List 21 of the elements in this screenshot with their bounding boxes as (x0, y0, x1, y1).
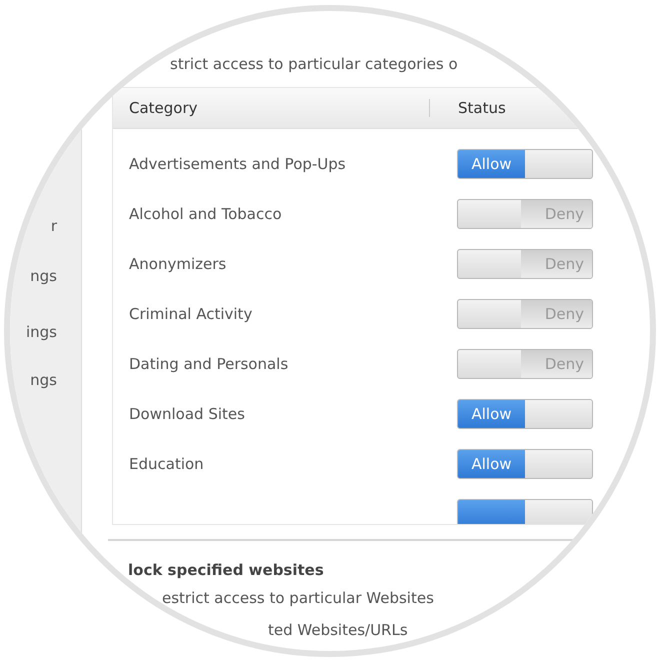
category-name: Dating and Personals (129, 355, 288, 373)
allow-deny-toggle[interactable] (457, 499, 593, 524)
sidebar-item[interactable]: ings (26, 323, 57, 341)
allow-deny-toggle[interactable]: Allow (457, 399, 593, 429)
category-name: Advertisements and Pop-Ups (129, 155, 346, 173)
category-name: Criminal Activity (129, 305, 252, 323)
sidebar-item[interactable]: r (50, 217, 57, 235)
category-name: Education (129, 455, 204, 473)
allow-deny-toggle[interactable]: Allow (457, 449, 593, 479)
category-name: Download Sites (129, 405, 245, 423)
restricted-websites-link[interactable]: ted Websites/URLs (268, 621, 650, 639)
column-header[interactable]: Category (113, 99, 430, 117)
sidebar-item[interactable]: ngs (30, 267, 57, 285)
section-title: lock specified websites (128, 561, 325, 579)
section-description: estrict access to particular Websites (162, 589, 435, 607)
column-header[interactable]: Status (430, 99, 506, 117)
allow-deny-toggle[interactable]: Allow (457, 149, 593, 179)
sidebar-item[interactable]: ngs (30, 371, 57, 389)
category-name: Anonymizers (129, 255, 226, 273)
category-name: Alcohol and Tobacco (129, 205, 282, 223)
section-description: strict access to particular categories o (170, 55, 459, 73)
